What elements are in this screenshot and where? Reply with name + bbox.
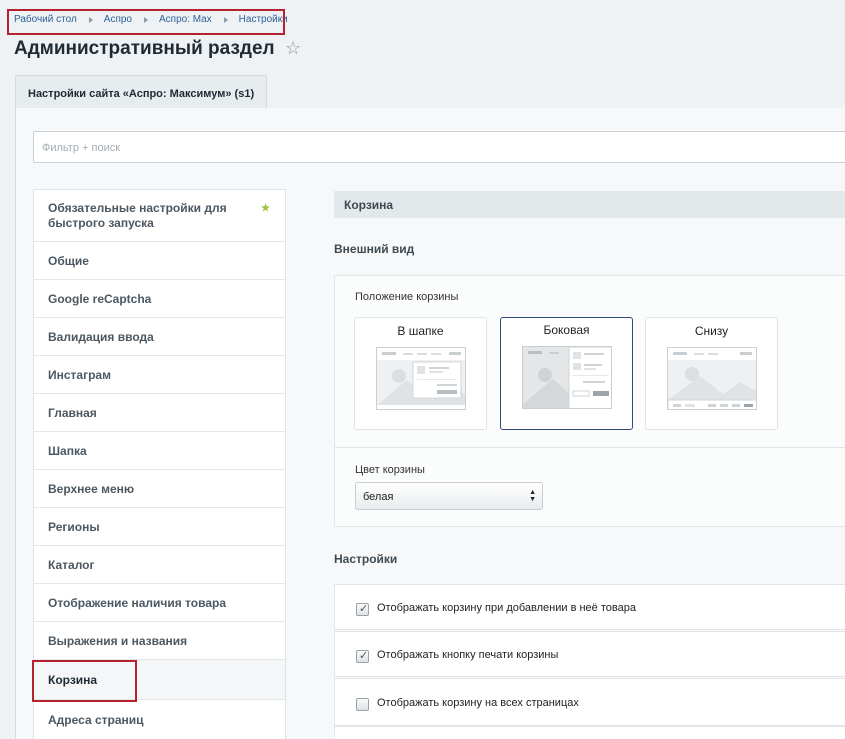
- menu-item-top-menu[interactable]: Верхнее меню: [34, 470, 285, 508]
- divider: [334, 447, 845, 448]
- checkbox-row: Отображать корзину на всех страницах: [334, 678, 845, 726]
- menu-item-general[interactable]: Общие: [34, 242, 285, 280]
- color-label: Цвет корзины: [355, 464, 425, 476]
- tab-site-settings[interactable]: Настройки сайта «Аспро: Максимум» (s1): [15, 75, 267, 109]
- layout-preview-bottom-icon: [667, 347, 757, 410]
- show-basket-all-pages-checkbox[interactable]: [356, 698, 369, 711]
- show-basket-on-add-checkbox[interactable]: ✓: [356, 603, 369, 616]
- basket-position-header-option[interactable]: В шапке: [354, 317, 487, 430]
- option-label: Снизу: [694, 324, 729, 338]
- menu-item-label: Отображение наличия товара: [48, 595, 227, 610]
- basket-color-select[interactable]: белая ▲ ▼: [355, 482, 543, 510]
- menu-item-recaptcha[interactable]: Google reCaptcha: [34, 280, 285, 318]
- menu-item-label: Общие: [48, 253, 89, 268]
- checkbox-label: Отображать кнопку печати корзины: [377, 649, 559, 661]
- filter-search-input[interactable]: Фильтр + поиск: [33, 131, 845, 163]
- checkmark-icon: ✓: [359, 650, 369, 662]
- menu-item-input-validation[interactable]: Валидация ввода: [34, 318, 285, 356]
- menu-item-quick-start[interactable]: Обязательные настройки для быстрого запу…: [34, 190, 285, 242]
- appearance-heading: Внешний вид: [334, 242, 415, 256]
- menu-item-main[interactable]: Главная: [34, 394, 285, 432]
- menu-item-header[interactable]: Шапка: [34, 432, 285, 470]
- checkbox-row: ✓ Отображать корзину при добавлении в не…: [334, 584, 845, 630]
- layout-preview-header-icon: [376, 347, 466, 410]
- menu-item-page-urls[interactable]: Адреса страниц: [34, 700, 285, 739]
- menu-item-label: Валидация ввода: [48, 329, 154, 344]
- menu-item-stock-display[interactable]: Отображение наличия товара: [34, 584, 285, 622]
- basket-position-side-option[interactable]: Боковая: [500, 317, 633, 430]
- option-label: Боковая: [543, 323, 590, 337]
- menu-highlight-box: [32, 660, 137, 702]
- layout-preview-side-icon: [522, 346, 612, 409]
- star-icon[interactable]: ☆: [285, 38, 301, 59]
- settings-menu: Обязательные настройки для быстрого запу…: [33, 189, 286, 739]
- select-value: белая: [363, 491, 394, 503]
- menu-item-regions[interactable]: Регионы: [34, 508, 285, 546]
- menu-item-catalog[interactable]: Каталог: [34, 546, 285, 584]
- menu-item-label: Верхнее меню: [48, 481, 135, 496]
- checkmark-icon: ✓: [359, 603, 369, 615]
- page-title: Административный раздел: [14, 38, 275, 59]
- menu-item-instagram[interactable]: Инстаграм: [34, 356, 285, 394]
- checkbox-label: Отображать корзину при добавлении в неё …: [377, 602, 636, 614]
- option-label: В шапке: [397, 324, 444, 338]
- checkbox-label: Отображать корзину на всех страницах: [377, 697, 579, 709]
- menu-item-phrases[interactable]: Выражения и названия: [34, 622, 285, 660]
- menu-item-label: Инстаграм: [48, 367, 111, 382]
- position-label: Положение корзины: [355, 291, 459, 303]
- menu-item-label: Главная: [48, 405, 97, 420]
- select-arrows-icon: ▲ ▼: [529, 489, 536, 503]
- menu-item-label: Шапка: [48, 443, 87, 458]
- section-title: Корзина: [334, 191, 845, 218]
- breadcrumb-highlight-box: [7, 9, 285, 35]
- menu-item-label: Адреса страниц: [48, 713, 144, 727]
- checkbox-row: [334, 726, 845, 739]
- settings-heading: Настройки: [334, 552, 398, 566]
- menu-item-label: Выражения и названия: [48, 633, 188, 648]
- show-print-button-checkbox[interactable]: ✓: [356, 650, 369, 663]
- star-icon: ★: [261, 203, 270, 214]
- menu-item-label: Google reCaptcha: [48, 291, 152, 306]
- checkbox-row: ✓ Отображать кнопку печати корзины: [334, 631, 845, 677]
- menu-item-label: Регионы: [48, 519, 100, 534]
- menu-item-label: Обязательные настройки для быстрого запу…: [48, 200, 227, 230]
- basket-position-bottom-option[interactable]: Снизу: [645, 317, 778, 430]
- menu-item-label: Каталог: [48, 557, 95, 572]
